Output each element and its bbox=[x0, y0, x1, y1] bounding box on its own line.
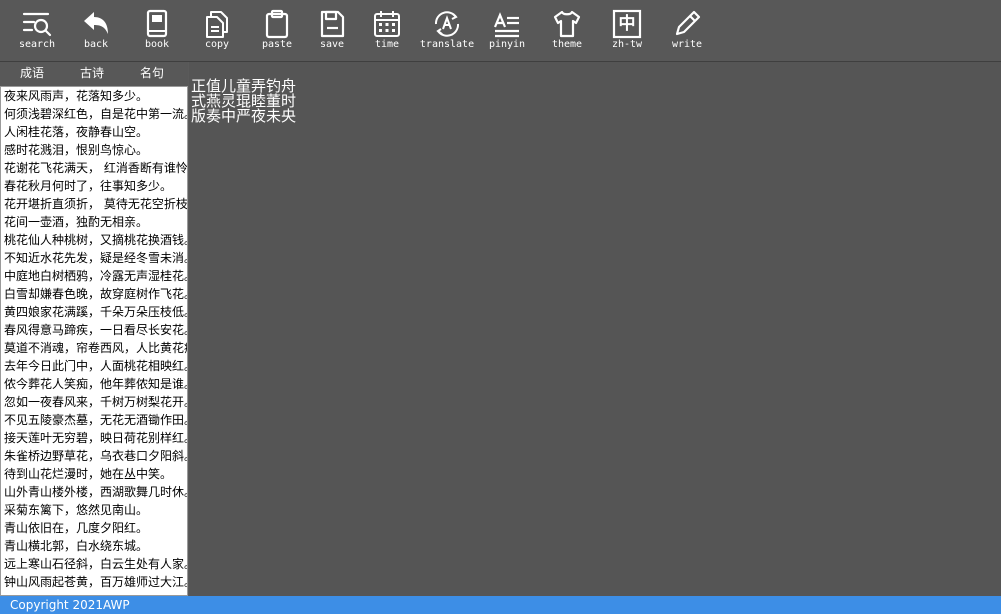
search-button[interactable]: search bbox=[7, 0, 67, 60]
list-item[interactable]: 花间一壶酒，独酌无相亲。 bbox=[1, 213, 187, 231]
list-item[interactable]: 忽如一夜春风来，千树万树梨花开。 bbox=[1, 393, 187, 411]
calendar-icon bbox=[371, 8, 403, 40]
copyright-text: Copyright 2021AWP bbox=[10, 598, 130, 612]
list-item[interactable]: 桃花仙人种桃树，又摘桃花换酒钱。 bbox=[1, 231, 187, 249]
list-item[interactable]: 白雪却嫌春色晚，故穿庭树作飞花。 bbox=[1, 285, 187, 303]
main-canvas[interactable]: 正值儿童弄钓舟 式燕灵琨睦董时 版奏中严夜未央 bbox=[189, 62, 1001, 596]
pinyin-icon bbox=[491, 8, 523, 40]
list-item[interactable]: 莫道不消魂，帘卷西风，人比黄花瘦 bbox=[1, 339, 187, 357]
list-item[interactable]: 钟山风雨起苍黄，百万雄师过大江。 bbox=[1, 573, 187, 591]
theme-button[interactable]: theme bbox=[537, 0, 597, 60]
back-arrow-icon bbox=[80, 8, 112, 40]
list-item[interactable]: 不知近水花先发，疑是经冬雪未消。 bbox=[1, 249, 187, 267]
tab-famous-quotes[interactable]: 名句 bbox=[127, 62, 177, 86]
list-item[interactable]: 去年今日此门中，人面桃花相映红。 bbox=[1, 357, 187, 375]
search-label: search bbox=[18, 39, 56, 50]
zh-tw-button[interactable]: 中 zh-tw bbox=[597, 0, 657, 60]
status-bar: Copyright 2021AWP bbox=[0, 596, 1001, 614]
list-item[interactable]: 朱雀桥边野草花，乌衣巷口夕阳斜。 bbox=[1, 447, 187, 465]
translate-icon bbox=[431, 8, 463, 40]
list-item[interactable]: 青山依旧在，几度夕阳红。 bbox=[1, 519, 187, 537]
main-text-line: 版奏中严夜未央 bbox=[191, 107, 297, 125]
list-item[interactable]: 何须浅碧深红色，自是花中第一流。 bbox=[1, 105, 187, 123]
toolbar: search back book copy paste save time tr… bbox=[0, 0, 1001, 62]
poem-list[interactable]: 夜来风雨声，花落知多少。 何须浅碧深红色，自是花中第一流。 人闲桂花落，夜静春山空。… bbox=[0, 86, 188, 596]
list-item[interactable]: 花谢花飞花满天， 红消香断有谁怜 bbox=[1, 159, 187, 177]
list-item[interactable]: 接天莲叶无穷碧，映日荷花别样红。 bbox=[1, 429, 187, 447]
shirt-icon bbox=[551, 8, 583, 40]
tab-ancient-poems[interactable]: 古诗 bbox=[67, 62, 117, 86]
list-item[interactable]: 人闲桂花落，夜静春山空。 bbox=[1, 123, 187, 141]
search-icon bbox=[21, 8, 53, 40]
list-item[interactable]: 春风得意马蹄疾，一日看尽长安花。 bbox=[1, 321, 187, 339]
list-item[interactable]: 山外青山楼外楼，西湖歌舞几时休。 bbox=[1, 483, 187, 501]
list-item[interactable]: 采菊东篱下，悠然见南山。 bbox=[1, 501, 187, 519]
save-label: save bbox=[319, 39, 345, 50]
pinyin-button[interactable]: pinyin bbox=[477, 0, 537, 60]
back-button[interactable]: back bbox=[66, 0, 126, 60]
copy-icon bbox=[201, 8, 233, 40]
write-button[interactable]: write bbox=[657, 0, 717, 60]
list-item[interactable]: 花开堪折直须折， 莫待无花空折枝 bbox=[1, 195, 187, 213]
list-item[interactable]: 不见五陵豪杰墓，无花无酒锄作田。 bbox=[1, 411, 187, 429]
copy-label: copy bbox=[204, 39, 230, 50]
translate-button[interactable]: translate bbox=[417, 0, 477, 60]
time-button[interactable]: time bbox=[357, 0, 417, 60]
copy-button[interactable]: copy bbox=[187, 0, 247, 60]
paste-label: paste bbox=[261, 39, 293, 50]
zh-tw-label: zh-tw bbox=[611, 39, 643, 50]
theme-label: theme bbox=[551, 39, 583, 50]
pencil-icon bbox=[671, 8, 703, 40]
pinyin-label: pinyin bbox=[488, 39, 526, 50]
list-item[interactable]: 感时花溅泪，恨别鸟惊心。 bbox=[1, 141, 187, 159]
list-item[interactable]: 中庭地白树栖鸦，冷露无声湿桂花。 bbox=[1, 267, 187, 285]
translate-label: translate bbox=[419, 39, 475, 50]
back-label: back bbox=[83, 39, 109, 50]
book-icon bbox=[141, 8, 173, 40]
list-item[interactable]: 待到山花烂漫时，她在丛中笑。 bbox=[1, 465, 187, 483]
paste-button[interactable]: paste bbox=[247, 0, 307, 60]
list-item[interactable]: 远上寒山石径斜，白云生处有人家。 bbox=[1, 555, 187, 573]
zh-tw-icon: 中 bbox=[611, 8, 643, 40]
clipboard-icon bbox=[261, 8, 293, 40]
zh-tw-glyph: 中 bbox=[618, 13, 636, 34]
write-label: write bbox=[671, 39, 703, 50]
list-item[interactable]: 夜来风雨声，花落知多少。 bbox=[1, 87, 187, 105]
time-label: time bbox=[374, 39, 400, 50]
book-button[interactable]: book bbox=[127, 0, 187, 60]
sidebar: 成语 古诗 名句 夜来风雨声，花落知多少。 何须浅碧深红色，自是花中第一流。 人闲桂… bbox=[0, 62, 188, 596]
sidebar-tabs: 成语 古诗 名句 bbox=[0, 62, 188, 86]
list-item[interactable]: 青山横北郭，白水绕东城。 bbox=[1, 537, 187, 555]
book-label: book bbox=[144, 39, 170, 50]
list-item[interactable]: 春花秋月何时了，往事知多少。 bbox=[1, 177, 187, 195]
tab-idioms[interactable]: 成语 bbox=[7, 62, 57, 86]
save-icon bbox=[316, 8, 348, 40]
list-item[interactable]: 黄四娘家花满蹊，千朵万朵压枝低。 bbox=[1, 303, 187, 321]
save-button[interactable]: save bbox=[302, 0, 362, 60]
list-item[interactable]: 侬今葬花人笑痴，他年葬侬知是谁。 bbox=[1, 375, 187, 393]
